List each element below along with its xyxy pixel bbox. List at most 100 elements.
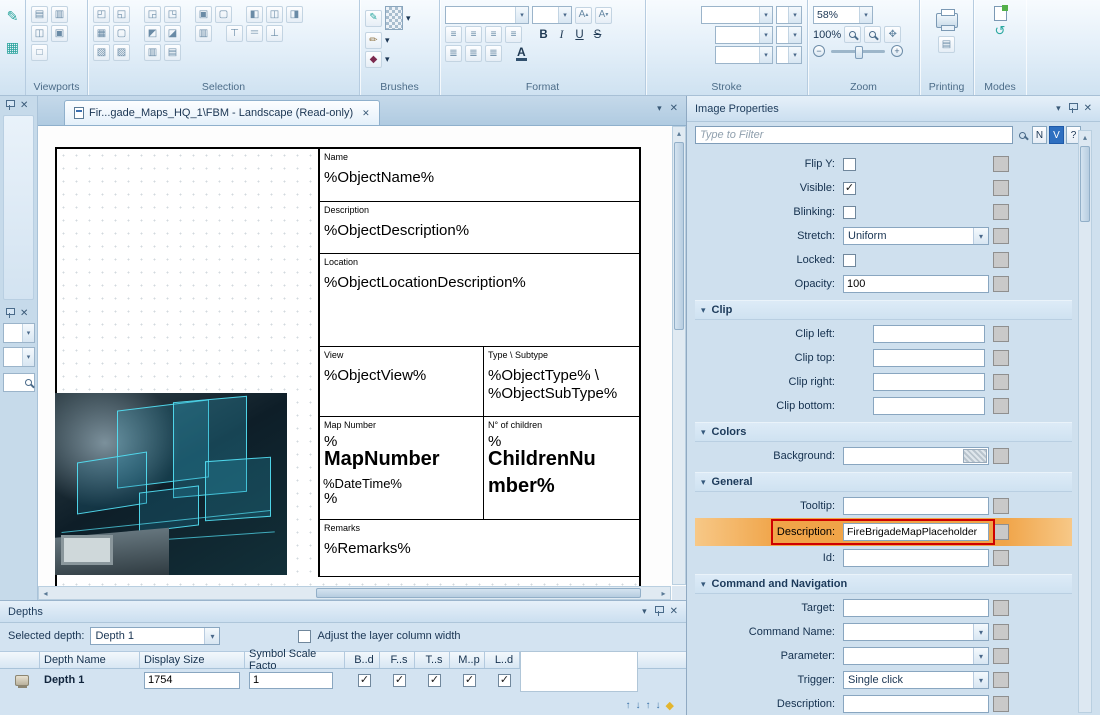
dock-combo-2[interactable]: ▾ xyxy=(3,347,35,367)
print-preview-icon[interactable]: ▤ xyxy=(938,36,955,53)
mode-switch-icon[interactable]: ↺ xyxy=(979,23,1021,39)
fill-color-icon[interactable]: ◆ xyxy=(365,51,382,68)
move-depth-bottom-icon[interactable]: ↓ xyxy=(656,700,661,711)
opacity-extra-button[interactable] xyxy=(993,276,1009,292)
column-b[interactable]: B..d xyxy=(345,652,380,668)
properties-scroll-thumb[interactable] xyxy=(1080,146,1090,222)
close-icon[interactable]: ✕ xyxy=(20,308,28,319)
column-m[interactable]: M..p xyxy=(450,652,485,668)
grow-font-icon[interactable]: A▴ xyxy=(575,7,592,24)
close-icon[interactable]: ✕ xyxy=(1084,103,1092,114)
move-depth-up-icon[interactable]: ↑ xyxy=(626,700,631,711)
scroll-right-icon[interactable]: ▸ xyxy=(657,587,670,600)
vertical-scrollbar[interactable]: ▴ xyxy=(672,126,686,585)
select-lasso-icon[interactable]: ◱ xyxy=(113,6,130,23)
tab-list-icon[interactable]: ▾ xyxy=(657,103,662,114)
lock-selection-icon[interactable]: ▨ xyxy=(113,44,130,61)
fill-dropdown-icon[interactable]: ▾ xyxy=(385,54,390,65)
zoom-in-button[interactable]: + xyxy=(891,45,903,57)
trigger-extra-button[interactable] xyxy=(993,672,1009,688)
bold-button[interactable]: B xyxy=(536,27,551,43)
background-color-field[interactable] xyxy=(843,447,989,465)
target-extra-button[interactable] xyxy=(993,600,1009,616)
symbol-scale-input[interactable] xyxy=(249,672,333,689)
align-right-icon[interactable]: ◨ xyxy=(286,6,303,23)
vertical-align-middle-icon[interactable]: ≣ xyxy=(465,45,482,62)
print-icon[interactable] xyxy=(936,13,958,28)
clip-bottom-input[interactable] xyxy=(873,397,985,415)
design-canvas[interactable]: Name %ObjectName% Description %ObjectDes… xyxy=(38,126,686,600)
group-icon[interactable]: ▣ xyxy=(195,6,212,23)
id-input[interactable] xyxy=(843,549,989,567)
text-justify-icon[interactable]: ≡ xyxy=(505,26,522,43)
panel-menu-icon[interactable]: ▾ xyxy=(642,606,647,617)
select-none-icon[interactable]: ▢ xyxy=(113,25,130,42)
properties-scrollbar[interactable]: ▴ xyxy=(1078,130,1092,713)
blinking-extra-button[interactable] xyxy=(993,204,1009,220)
send-back-icon[interactable]: ◪ xyxy=(164,25,181,42)
scroll-up-icon[interactable]: ▴ xyxy=(1079,131,1091,144)
parameter-combo[interactable]: ▾ xyxy=(843,647,989,665)
pin-icon[interactable] xyxy=(5,308,14,319)
selected-depth-combo[interactable]: Depth 1▾ xyxy=(90,627,220,645)
command-navigation-section-header[interactable]: ▾ Command and Navigation xyxy=(695,574,1072,594)
select-rect-icon[interactable]: ◰ xyxy=(93,6,110,23)
select-subtract-icon[interactable]: ◳ xyxy=(164,6,181,23)
stroke-width-combo[interactable]: ▾ xyxy=(776,6,802,24)
edit-tool-icon[interactable]: ✎ xyxy=(7,8,19,25)
select-add-icon[interactable]: ◲ xyxy=(144,6,161,23)
column-symbol-scale[interactable]: Symbol Scale Facto xyxy=(245,652,345,668)
embedded-photo[interactable] xyxy=(55,393,287,575)
filter-input[interactable] xyxy=(695,126,1013,144)
italic-button[interactable]: I xyxy=(554,27,569,43)
vertical-align-bottom-icon[interactable]: ≣ xyxy=(485,45,502,62)
stretch-extra-button[interactable] xyxy=(993,228,1009,244)
description-extra-button[interactable] xyxy=(993,524,1009,540)
nav-description-extra-button[interactable] xyxy=(993,696,1009,712)
filter-by-name-button[interactable]: N xyxy=(1032,126,1047,144)
search-icon[interactable] xyxy=(1015,126,1030,144)
stretch-combo[interactable]: Uniform▾ xyxy=(843,227,989,245)
dock-search-box[interactable] xyxy=(3,373,35,392)
command-name-extra-button[interactable] xyxy=(993,624,1009,640)
strikethrough-button[interactable]: S xyxy=(590,27,605,43)
depth-flag-2-checkbox[interactable] xyxy=(393,674,406,687)
panel-menu-icon[interactable]: ▾ xyxy=(1056,103,1061,114)
command-name-combo[interactable]: ▾ xyxy=(843,623,989,641)
text-align-right-icon[interactable]: ≡ xyxy=(485,26,502,43)
parameter-extra-button[interactable] xyxy=(993,648,1009,664)
font-size-combo[interactable]: ▾ xyxy=(532,6,572,24)
depth-options-icon[interactable]: ◆ xyxy=(666,699,674,712)
nav-description-input[interactable] xyxy=(843,695,989,713)
depth-flag-1-checkbox[interactable] xyxy=(358,674,371,687)
tooltip-input[interactable] xyxy=(843,497,989,515)
invert-selection-icon[interactable]: ▧ xyxy=(93,44,110,61)
scroll-left-icon[interactable]: ◂ xyxy=(39,587,52,600)
viewport-copy-icon[interactable]: ▤ xyxy=(31,6,48,23)
display-size-input[interactable] xyxy=(144,672,240,689)
dock-combo-1[interactable]: ▾ xyxy=(3,323,35,343)
move-depth-down-icon[interactable]: ↓ xyxy=(636,700,641,711)
blinking-checkbox[interactable] xyxy=(843,206,856,219)
zoom-slider[interactable] xyxy=(831,50,885,53)
underline-button[interactable]: U xyxy=(572,27,587,43)
zoom-in-tool-icon[interactable] xyxy=(844,26,861,43)
document-tab[interactable]: Fir...gade_Maps_HQ_1\FBM - Landscape (Re… xyxy=(64,100,380,125)
viewport-swap-icon[interactable]: ▣ xyxy=(51,25,68,42)
close-document-icon[interactable]: ✕ xyxy=(670,103,678,114)
clip-right-extra-button[interactable] xyxy=(993,374,1009,390)
background-extra-button[interactable] xyxy=(993,448,1009,464)
zoom-region-tool-icon[interactable] xyxy=(864,26,881,43)
clip-left-input[interactable] xyxy=(873,325,985,343)
text-align-center-icon[interactable]: ≡ xyxy=(465,26,482,43)
brush-icon[interactable]: ✎ xyxy=(365,10,382,27)
clip-right-input[interactable] xyxy=(873,373,985,391)
column-l[interactable]: L..d xyxy=(485,652,520,668)
flip-y-checkbox[interactable] xyxy=(843,158,856,171)
grid-tool-icon[interactable]: ▦ xyxy=(6,39,19,56)
depth-flag-4-checkbox[interactable] xyxy=(463,674,476,687)
pin-icon[interactable] xyxy=(5,100,14,111)
target-input[interactable] xyxy=(843,599,989,617)
viewport-reset-icon[interactable]: □ xyxy=(31,44,48,61)
pin-icon[interactable] xyxy=(1068,103,1077,114)
